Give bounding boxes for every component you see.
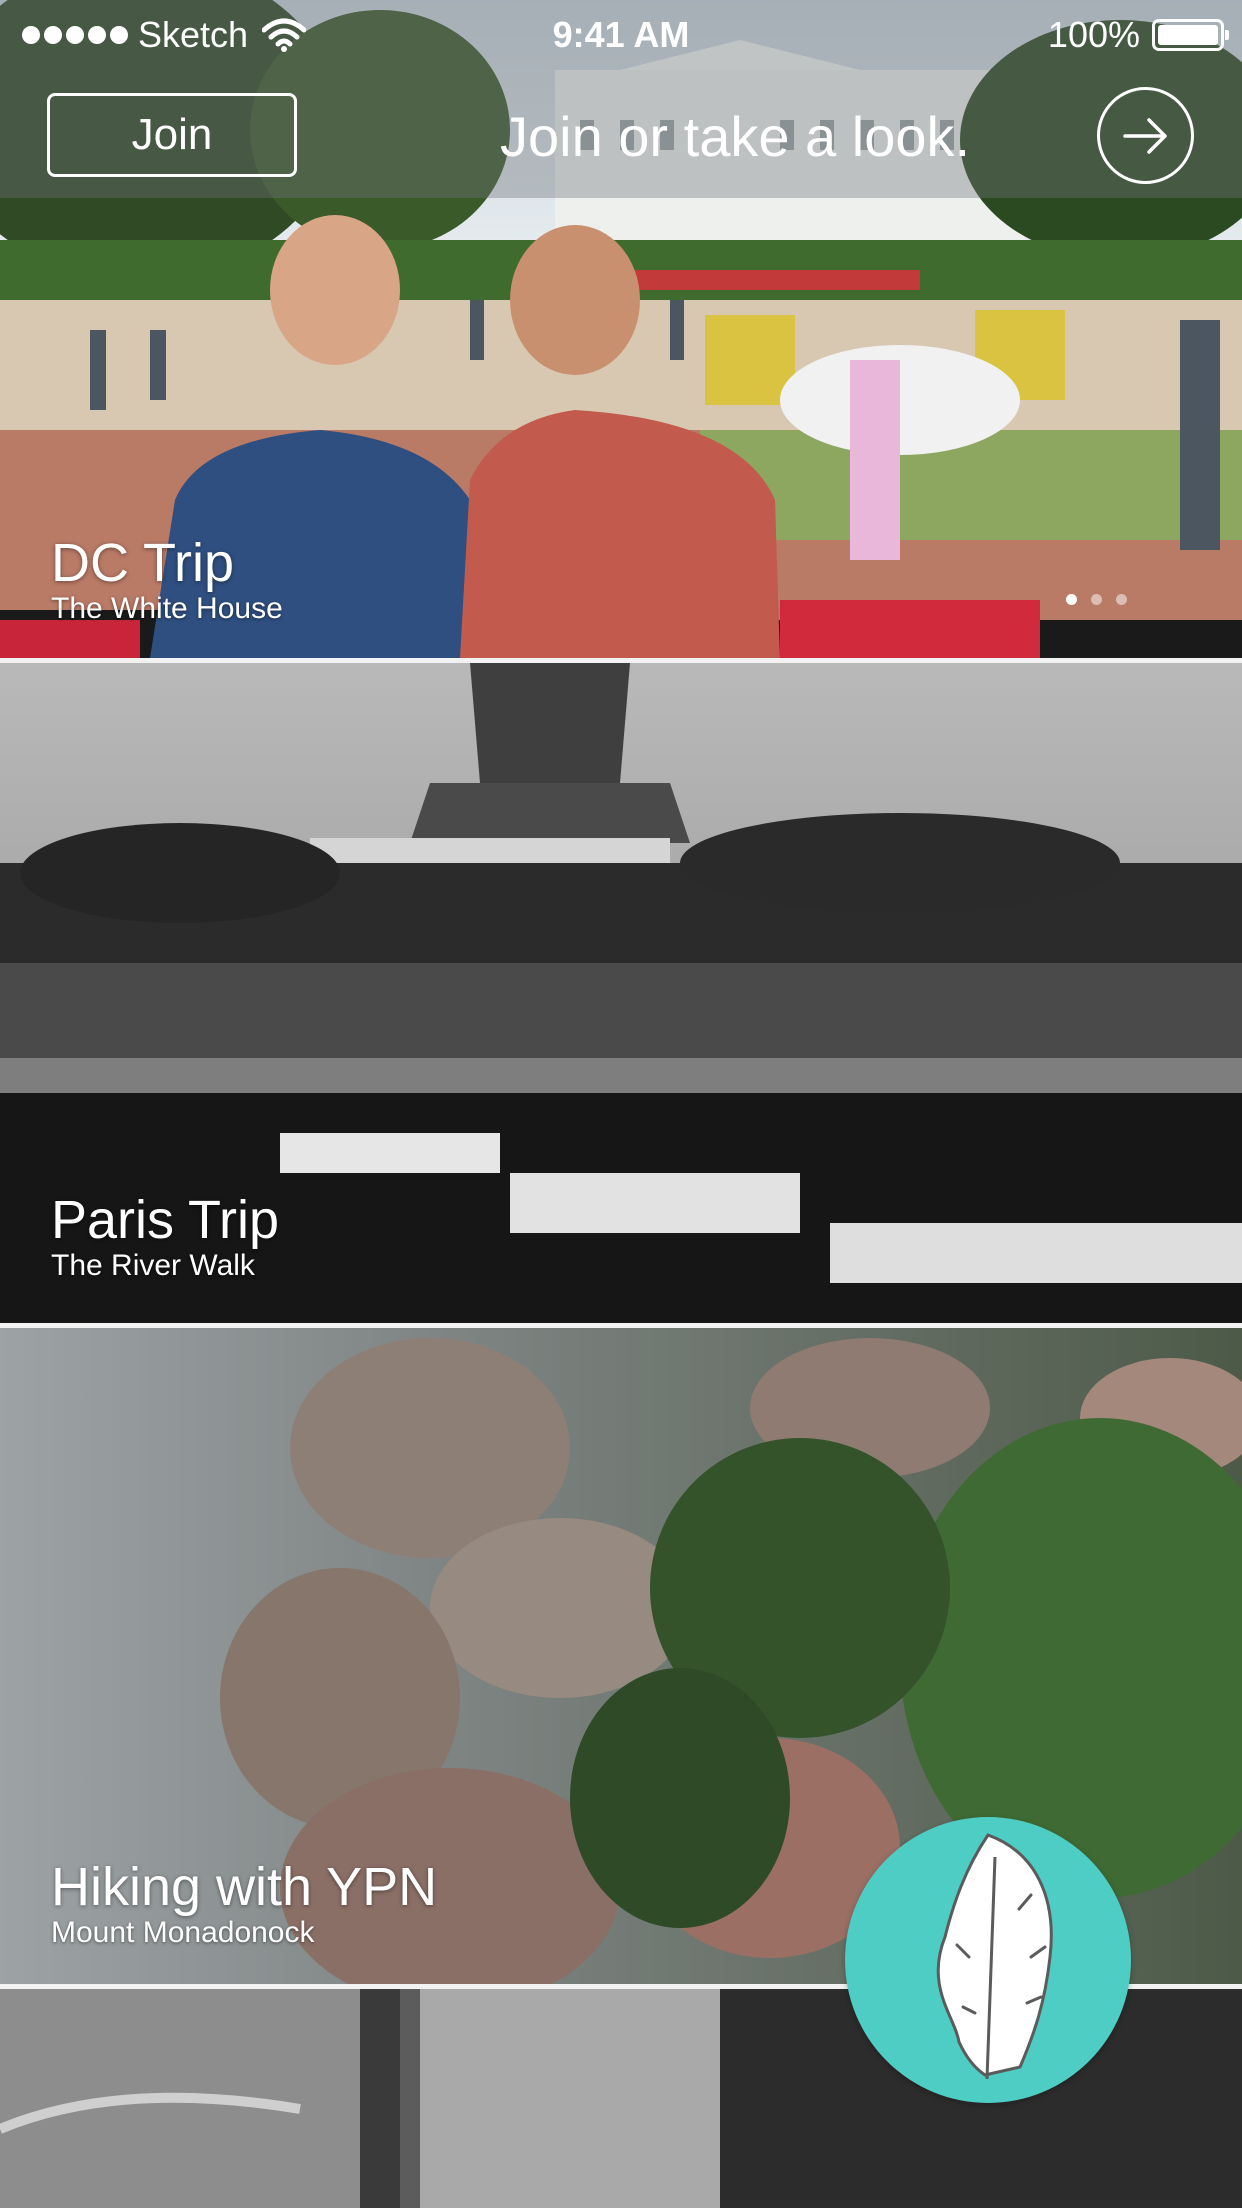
trip-title: Paris Trip	[51, 1190, 280, 1250]
page-indicator[interactable]	[1066, 594, 1127, 605]
feather-icon	[936, 1833, 1053, 2080]
continue-button[interactable]	[1097, 87, 1194, 184]
trip-subtitle: Mount Monadonock	[51, 1916, 315, 1949]
trip-card-paris[interactable]: Paris Trip The River Walk	[0, 663, 1242, 1323]
new-story-fab[interactable]	[845, 1817, 1131, 2103]
page-dot-2[interactable]	[1091, 594, 1102, 605]
top-bar: Sketch 9:41 AM 100% Join Join or take a …	[0, 0, 1242, 198]
page-dot-3[interactable]	[1116, 594, 1127, 605]
trip-subtitle: The River Walk	[51, 1249, 255, 1282]
trip-title: Hiking with YPN	[51, 1857, 438, 1917]
join-prompt: Join or take a look.	[500, 105, 971, 168]
page-dot-1[interactable]	[1066, 594, 1077, 605]
arrow-right-icon	[1122, 117, 1167, 154]
battery-icon	[1152, 19, 1229, 51]
join-button[interactable]: Join	[47, 93, 297, 177]
trip-title: DC Trip	[51, 533, 235, 593]
battery-percentage: 100%	[1047, 14, 1140, 55]
status-bar: Sketch 9:41 AM 100%	[0, 0, 1242, 70]
trip-subtitle: The White House	[51, 592, 283, 625]
